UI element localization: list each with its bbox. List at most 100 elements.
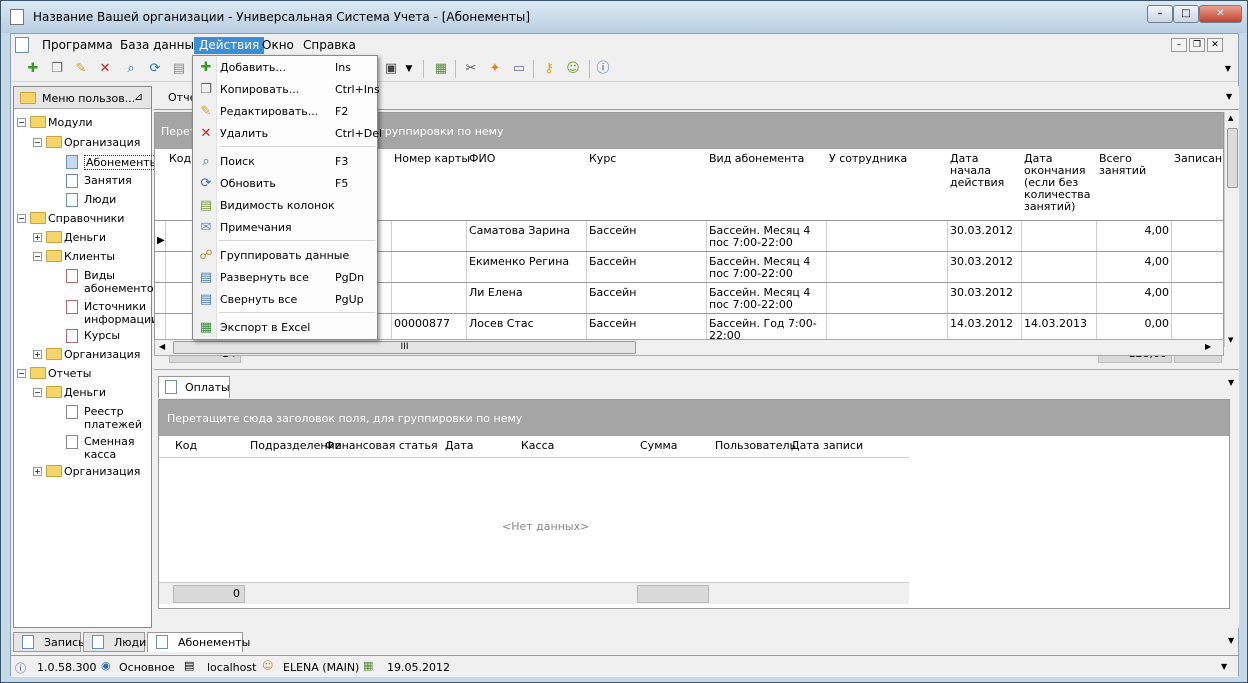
scroll-thumb[interactable] [1227, 128, 1238, 188]
tree-item[interactable]: Сменная касса [14, 434, 151, 463]
close-button[interactable]: ✕ [1199, 5, 1242, 23]
menu-item[interactable]: ❐ Копировать... Ctrl+Ins [195, 80, 380, 100]
column-header-code[interactable]: Код [169, 153, 191, 165]
menu-item[interactable]: ▤ Свернуть все PgUp [195, 290, 375, 310]
tree-toggle-icon[interactable]: − [17, 214, 26, 223]
tree-toggle-icon[interactable]: + [33, 350, 42, 359]
column-header-employee[interactable]: У сотрудника [829, 153, 907, 165]
column-header-date[interactable]: Дата [445, 440, 473, 452]
tree-toggle-icon[interactable]: + [33, 467, 42, 476]
menu-database[interactable]: База данных [115, 37, 206, 54]
tree-item[interactable]: Люди [14, 192, 151, 211]
scroll-right-icon[interactable]: ▶ [1205, 342, 1211, 351]
column-header-card[interactable]: Номер карты [394, 153, 470, 165]
scroll-left-icon[interactable]: ◀ [159, 342, 165, 351]
payments-group-panel[interactable]: Перетащите сюда заголовок поля, для груп… [159, 400, 1229, 436]
tree-item[interactable]: Курсы [14, 328, 151, 347]
menu-item[interactable]: ☍ Группировать данные [195, 246, 375, 266]
print-icon[interactable]: ▣ [383, 61, 399, 77]
tools-icon[interactable]: ✂ [463, 61, 479, 77]
mdi-close-button[interactable]: ✕ [1207, 38, 1223, 52]
column-header-course[interactable]: Курс [589, 153, 616, 165]
tree-toggle-icon[interactable]: − [17, 118, 26, 127]
scroll-down-icon[interactable]: ▼ [1228, 336, 1233, 344]
mdi-minimize-button[interactable]: – [1171, 38, 1187, 52]
edit-icon[interactable]: ✎ [73, 61, 89, 77]
tree-item[interactable]: Источники информации [14, 299, 158, 328]
tree-item[interactable]: − Справочники [14, 211, 151, 230]
column-header-total[interactable]: Всего занятий [1099, 153, 1159, 177]
chevron-down-icon[interactable]: ▼ [401, 61, 417, 77]
toolbar-overflow-icon[interactable]: ▼ [1220, 61, 1236, 77]
menu-item[interactable]: ⌕ Поиск F3 [195, 152, 375, 172]
tab-people[interactable]: Люди [83, 632, 146, 652]
copy-icon[interactable]: ❐ [49, 61, 65, 77]
search-icon[interactable]: ⌕ [123, 61, 139, 77]
tree-item[interactable]: Абонементы [14, 154, 161, 173]
menu-item[interactable]: ✎ Редактировать... F2 [195, 102, 375, 122]
columns-icon[interactable]: ▤ [171, 61, 187, 77]
tree-toggle-icon[interactable]: + [33, 233, 42, 242]
column-header-sum[interactable]: Сумма [640, 440, 678, 452]
tree-item[interactable]: − Отчеты [14, 366, 151, 385]
menu-window[interactable]: Окно [257, 37, 299, 54]
info-icon[interactable]: ⓘ [595, 61, 611, 77]
menu-item[interactable]: ✕ Удалить Ctrl+Del [195, 124, 383, 144]
calendar-icon[interactable]: ▦ [433, 61, 449, 77]
scroll-up-icon[interactable]: ▲ [1228, 114, 1233, 122]
column-header-start-date[interactable]: Дата начала действия [950, 153, 1020, 189]
hscroll-thumb[interactable]: III [173, 341, 636, 354]
grid-horizontal-scrollbar[interactable]: ◀ III ▶ [154, 339, 1224, 356]
pin-icon[interactable]: ⊿ [134, 90, 143, 103]
tree-item[interactable]: Виды абонементов [14, 268, 160, 297]
tab-record[interactable]: Запись [13, 632, 85, 652]
column-header-code[interactable]: Код [175, 440, 197, 452]
menu-program[interactable]: Программа [37, 37, 118, 54]
menu-item[interactable]: ▤ Развернуть все PgDn [195, 268, 375, 288]
column-header-recorded[interactable]: Записан [1174, 153, 1222, 165]
tree-item[interactable]: − Клиенты [14, 249, 151, 268]
menu-item[interactable]: ▦ Экспорт в Excel [195, 318, 375, 338]
column-header-end-date[interactable]: Дата окончания (если без количества заня… [1024, 153, 1096, 213]
tabs-overflow-icon[interactable]: ▼ [1228, 378, 1234, 387]
grid-vertical-scrollbar[interactable]: ▲ ▼ [1224, 112, 1239, 347]
column-header-department[interactable]: Подразделение [250, 440, 341, 452]
menu-item[interactable]: ✉ Примечания [195, 218, 375, 238]
tab-payments[interactable]: Оплаты [158, 376, 230, 398]
tree-toggle-icon[interactable]: − [33, 138, 42, 147]
tree-toggle-icon[interactable]: − [17, 369, 26, 378]
tree-toggle-icon[interactable]: − [33, 252, 42, 261]
column-header-record-date[interactable]: Дата записи [791, 440, 863, 452]
column-header-name[interactable]: ФИО [469, 153, 495, 165]
add-icon[interactable]: ✚ [25, 61, 41, 77]
menu-actions[interactable]: Действия [194, 37, 265, 54]
delete-icon[interactable]: ✕ [97, 61, 113, 77]
tree-item[interactable]: + Деньги [14, 230, 151, 249]
tree-item[interactable]: − Организация [14, 135, 151, 154]
menu-item[interactable]: ⟳ Обновить F5 [195, 174, 375, 194]
menu-help[interactable]: Справка [298, 37, 361, 54]
refresh-icon[interactable]: ⟳ [147, 61, 163, 77]
column-header-article[interactable]: Финансовая статья [325, 440, 438, 452]
tabstrip-overflow-icon[interactable]: ▼ [1226, 92, 1232, 101]
tree-item[interactable]: + Организация [14, 464, 151, 483]
users-icon[interactable]: ☺ [565, 61, 581, 77]
menu-item[interactable]: ✚ Добавить... Ins [195, 58, 375, 78]
tree-item[interactable]: − Модули [14, 115, 151, 134]
form-icon[interactable]: ▭ [511, 61, 527, 77]
splitter[interactable] [154, 369, 1239, 370]
tree-item[interactable]: Занятия [14, 173, 151, 192]
window-tabs-overflow-icon[interactable]: ▼ [1228, 636, 1234, 645]
tree-item[interactable]: − Деньги [14, 385, 151, 404]
column-header-cashbox[interactable]: Касса [521, 440, 554, 452]
wand-icon[interactable]: ✦ [487, 61, 503, 77]
menu-item[interactable]: ▤ Видимость колонок [195, 196, 375, 216]
column-header-type[interactable]: Вид абонемента [709, 153, 804, 165]
tree-item[interactable]: + Организация [14, 347, 151, 366]
minimize-button[interactable]: – [1147, 5, 1173, 23]
tab-subscriptions[interactable]: Абонементы [147, 632, 250, 652]
tree-item[interactable]: Реестр платежей [14, 404, 151, 433]
maximize-button[interactable]: □ [1173, 5, 1199, 23]
mdi-restore-button[interactable]: ❐ [1189, 38, 1205, 52]
key-icon[interactable]: ⚷ [541, 61, 557, 77]
